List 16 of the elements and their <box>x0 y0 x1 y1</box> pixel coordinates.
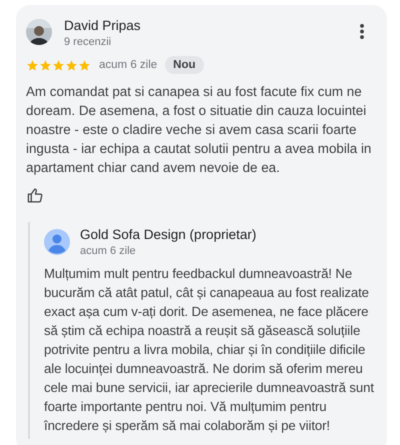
avatar-icon <box>44 229 70 255</box>
reply-time: acum 6 zile <box>80 244 137 258</box>
new-badge: Nou <box>165 56 204 74</box>
author-name[interactable]: David Pripas <box>64 17 347 35</box>
star-icon <box>52 58 65 72</box>
star-icon <box>39 58 52 72</box>
more-icon[interactable] <box>359 23 365 40</box>
owner-name: Gold Sofa Design (proprietar) <box>80 226 258 244</box>
review-text: Am comandat pat si canapea si au fost facute fix cum ne doream. De asemena, a fost o situatie din cauza locuintei noastre - este o cladire veche si avem casa scarii foarte ingusta - iar echipa a cautat solutii pentru a avea mobila in apartament chiar cand avem nevoie de ea. <box>26 83 372 177</box>
star-icon <box>65 58 78 72</box>
star-icon <box>78 58 91 72</box>
review-time: acum 6 zile <box>99 59 158 71</box>
star-icon <box>26 58 39 72</box>
thumbs-up-icon[interactable] <box>27 187 44 204</box>
review-count: 9 recenzii <box>64 35 112 49</box>
reply-text: Mulțumim mult pentru feedbackul dumneavoastră! Ne bucurăm că atât patul, cât și canapeaua au fost realizate exact așa cum v-ați dorit. De asemenea, ne face plăcere să știm că echipa noastră a reușit să găsească soluțiile potrivite pentru a livra mobila, chiar și în condițiile dificile ale locuinței dumneavoastră. Ne dorim să oferim mereu cele mai bune servicii, iar aprecierile dumneavoastră sunt foarte importante pentru noi. Vă mulțumim pentru încredere și sperăm să mai colaborăm și pe viitor! <box>44 265 375 435</box>
